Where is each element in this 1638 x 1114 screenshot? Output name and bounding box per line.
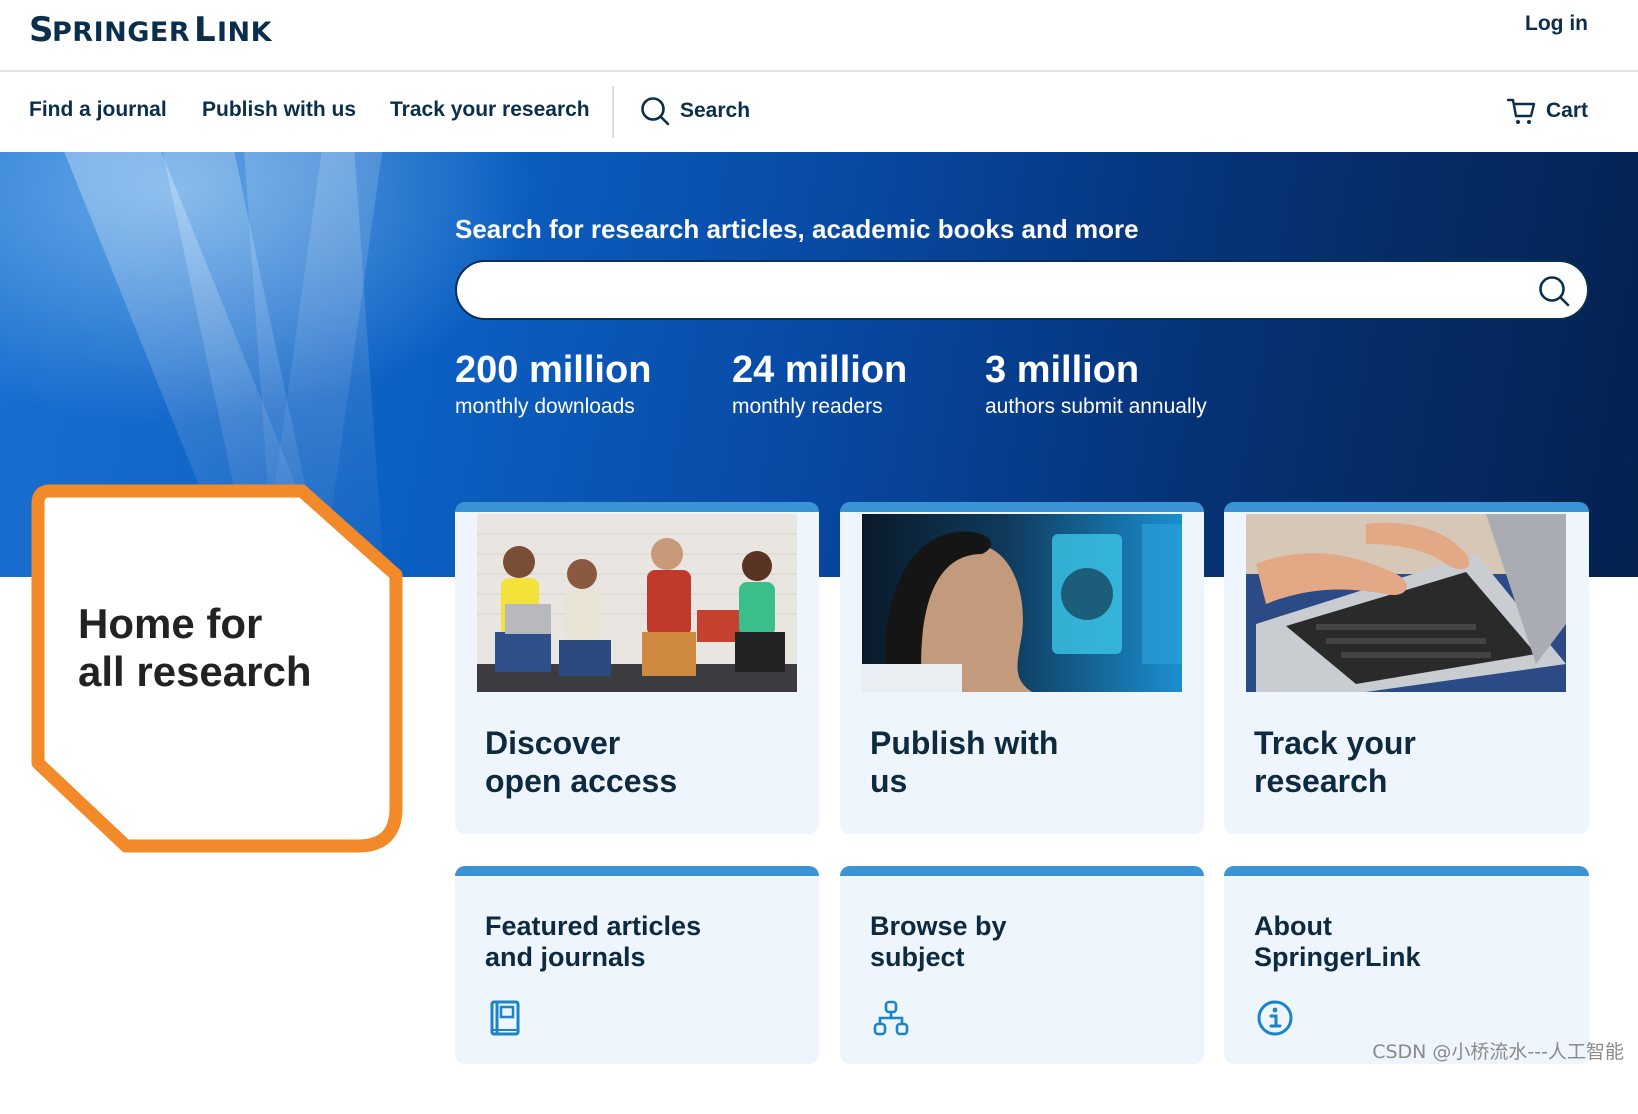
card-title-line1: Browse by <box>870 911 1007 941</box>
hero-title: Search for research articles, academic b… <box>455 214 1139 244</box>
scientist-with-monitor-image <box>862 514 1182 692</box>
stat-value: 3 million <box>985 349 1140 391</box>
card-about-springerlink[interactable]: About SpringerLink <box>1224 866 1589 1064</box>
cart-icon <box>1506 98 1536 124</box>
card-title-line2: open access <box>485 763 678 799</box>
cart-label: Cart <box>1545 99 1588 122</box>
svg-text:S: S <box>29 10 54 50</box>
nav-search-button[interactable]: Search <box>640 96 750 126</box>
card-title-line1: Publish with <box>870 725 1059 761</box>
card-track-research[interactable]: Track your research <box>1224 502 1589 834</box>
stat-readers: 24 million monthly readers <box>732 348 907 422</box>
home-headline: Home for all research <box>78 600 312 696</box>
card-title-line2: research <box>1254 763 1388 799</box>
hero-search-field[interactable] <box>481 272 1501 308</box>
svg-text:INK: INK <box>217 17 273 48</box>
card-publish-with-us[interactable]: Publish with us <box>840 502 1204 834</box>
subject-tree-icon <box>873 1000 909 1036</box>
svg-text:L: L <box>194 10 216 50</box>
stat-authors: 3 million authors submit annually <box>985 348 1207 422</box>
card-title-line2: us <box>870 763 908 799</box>
springer-link-logo[interactable]: S PRINGER L INK <box>29 4 319 62</box>
nav-search-label: Search <box>680 99 751 122</box>
login-link[interactable]: Log in <box>1525 12 1588 36</box>
stat-label: monthly downloads <box>455 395 635 418</box>
cart-button[interactable]: Cart <box>1506 96 1588 126</box>
typing-on-laptop-image <box>1246 514 1566 692</box>
card-title-line1: Discover <box>485 725 621 761</box>
stat-value: 24 million <box>732 349 908 391</box>
main-nav: Find a journal Publish with us Track you… <box>0 72 1638 152</box>
nav-divider <box>612 86 614 138</box>
stat-downloads: 200 million monthly downloads <box>455 348 651 422</box>
watermark: CSDN @小桥流水---人工智能 <box>1372 1041 1624 1063</box>
card-title-line2: subject <box>870 942 965 972</box>
nav-publish-with-us[interactable]: Publish with us <box>202 98 356 122</box>
nav-track-research[interactable]: Track your research <box>390 98 590 122</box>
card-title: Track your research <box>1254 724 1416 800</box>
nav-find-journal[interactable]: Find a journal <box>29 98 167 122</box>
springer-link-logo-mark: S PRINGER L INK <box>29 10 273 50</box>
hero-search-input[interactable] <box>455 260 1589 320</box>
svg-text:PRINGER: PRINGER <box>52 17 190 48</box>
people-with-laptops-image <box>477 514 797 692</box>
card-title: Featured articles and journals <box>485 911 701 973</box>
info-icon <box>1257 1000 1293 1036</box>
card-title: Discover open access <box>485 724 677 800</box>
card-title-line2: SpringerLink <box>1254 942 1421 972</box>
search-icon <box>641 97 670 126</box>
card-title-line2: and journals <box>485 942 646 972</box>
card-title-line1: Featured articles <box>485 911 702 941</box>
stat-label: monthly readers <box>732 395 883 418</box>
journal-icon <box>490 1000 520 1036</box>
search-submit-icon[interactable] <box>1537 274 1571 308</box>
top-bar: S PRINGER L INK Log in <box>0 0 1638 72</box>
card-title: Publish with us <box>870 724 1058 800</box>
card-title-line1: About <box>1254 911 1332 941</box>
card-title-line1: Track your <box>1254 725 1416 761</box>
home-headline-line1: Home for <box>78 600 263 647</box>
stat-label: authors submit annually <box>985 395 1207 418</box>
card-browse-by-subject[interactable]: Browse by subject <box>840 866 1204 1064</box>
card-featured-articles[interactable]: Featured articles and journals <box>455 866 819 1064</box>
card-title: About SpringerLink <box>1254 911 1421 973</box>
stat-value: 200 million <box>455 349 652 391</box>
home-headline-line2: all research <box>78 648 312 695</box>
card-discover-open-access[interactable]: Discover open access <box>455 502 819 834</box>
card-title: Browse by subject <box>870 911 1007 973</box>
